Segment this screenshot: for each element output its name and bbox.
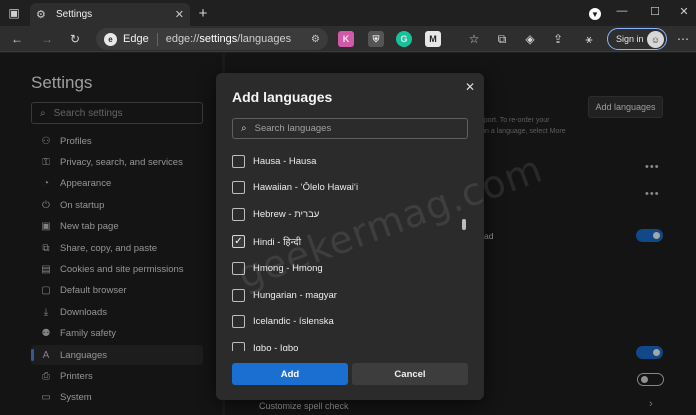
language-checkbox[interactable] [232,288,245,302]
forward-icon[interactable]: → [38,30,56,48]
cancel-button[interactable]: Cancel [352,363,468,385]
tab-title: Settings [56,9,93,20]
url-bold: settings [199,33,238,45]
language-label: Igbo - Igbo [253,343,299,351]
dialog-title: Add languages [232,89,333,105]
toolbar: ← → ↻ e Edge edge://settings/languages ⚙… [0,26,696,52]
edge-window: ▣ ⚙ Settings ✕ + ▼ — ☐ ✕ ← → ↻ e Edge ed… [0,0,696,415]
read-aloud-icon[interactable]: ⚙ [311,34,320,45]
k-extension-icon[interactable]: K [338,31,354,47]
list-scrollbar-thumb[interactable] [462,219,466,230]
search-languages-input[interactable]: ⌕ Search languages [232,118,468,139]
shield-extension-icon[interactable]: ⛨ [368,31,384,47]
more-menu-icon[interactable]: ⋯ [674,30,692,48]
add-button[interactable]: Add [232,363,348,385]
address-brand: Edge [123,33,149,45]
close-dialog-icon[interactable]: ✕ [462,79,478,95]
profile-indicator-icon[interactable]: ▼ [589,8,601,20]
url-prefix: edge:// [165,33,200,45]
back-icon[interactable]: ← [8,30,26,48]
language-checkbox[interactable] [232,342,245,351]
wallet-icon[interactable]: ◈ [521,30,539,48]
tab-settings[interactable]: ⚙ Settings ✕ [30,3,190,26]
language-checkbox[interactable] [232,181,245,195]
gear-icon: ⚙ [36,9,46,21]
avatar-icon: ☺ [647,31,664,48]
favorites-star-icon[interactable]: ☆ [465,30,483,48]
share-icon[interactable]: ⇪ [549,30,567,48]
grammarly-extension-icon[interactable]: G [396,31,412,47]
extensions-puzzle-icon[interactable]: ⚹ [580,30,598,48]
address-bar[interactable]: e Edge edge://settings/languages ⚙ [96,28,328,50]
language-label: Hebrew - עברית [253,209,320,221]
language-checkbox[interactable] [232,315,245,329]
language-label: Hausa - Hausa [253,155,317,167]
language-option[interactable]: Icelandic - íslenska [232,313,452,331]
search-languages-placeholder: Search languages [254,123,332,134]
sign-in-button[interactable]: Sign in ☺ [607,28,667,50]
minimize-icon[interactable]: — [612,2,632,20]
language-option[interactable]: Igbo - Igbo [232,340,452,351]
search-icon: ⌕ [241,123,247,134]
close-window-icon[interactable]: ✕ [674,2,694,20]
language-label: Icelandic - íslenska [253,316,334,328]
tab-actions-icon[interactable]: ▣ [4,4,24,22]
language-checkbox[interactable]: ✓ [232,234,245,248]
language-checkbox[interactable] [232,208,245,222]
edge-logo-icon: e [104,32,117,46]
collections-icon[interactable]: ⧉ [493,30,511,48]
maximize-icon[interactable]: ☐ [645,2,665,20]
url-suffix: /languages [237,33,292,45]
language-option[interactable]: Hausa - Hausa [232,152,452,170]
tab-strip: ▣ ⚙ Settings ✕ + ▼ — ☐ ✕ [0,0,696,26]
new-tab-button[interactable]: + [194,3,212,23]
refresh-icon[interactable]: ↻ [66,30,84,48]
m-extension-icon[interactable]: M [425,31,441,47]
address-url: edge://settings/languages [166,33,291,45]
language-label: Hungarian - magyar [253,289,337,301]
address-separator [156,32,158,46]
language-label: Hawaiian - ʻŌlelo Hawaiʻi [253,182,359,194]
language-checkbox[interactable] [232,154,245,168]
sign-in-label: Sign in [616,34,644,44]
close-tab-icon[interactable]: ✕ [175,8,184,21]
